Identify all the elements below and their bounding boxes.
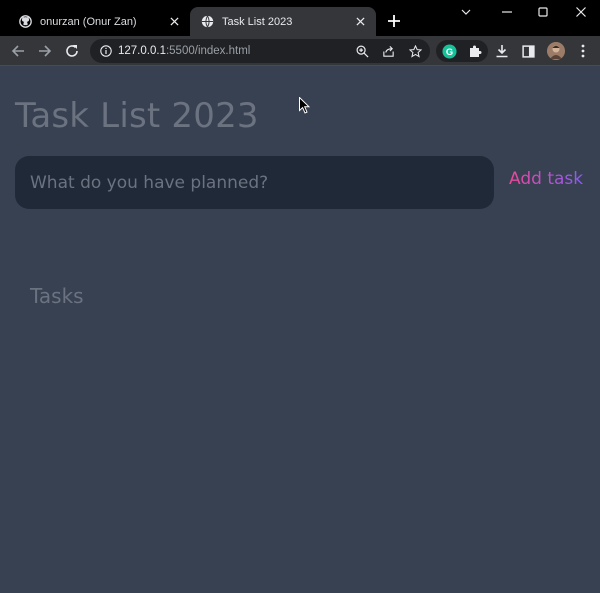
tab-title: onurzan (Onur Zan)	[40, 15, 137, 28]
close-icon[interactable]	[166, 14, 182, 30]
back-icon[interactable]	[10, 43, 26, 59]
profile-avatar[interactable]	[547, 42, 565, 60]
globe-icon	[200, 15, 214, 29]
grammarly-icon[interactable]: G	[441, 43, 457, 59]
tab-task-list[interactable]: Task List 2023	[190, 7, 376, 36]
side-panel-icon[interactable]	[520, 43, 536, 59]
address-bar[interactable]: 127.0.0.1:5500/index.html	[90, 39, 430, 63]
new-task-form: Add task	[15, 156, 600, 209]
minimize-icon[interactable]	[497, 4, 517, 20]
page-title: Task List 2023	[15, 96, 259, 136]
more-menu-icon[interactable]	[575, 43, 591, 59]
tab-search-icon[interactable]	[456, 4, 476, 20]
add-task-button[interactable]: Add task	[509, 169, 583, 189]
browser-toolbar: 127.0.0.1:5500/index.html G	[0, 36, 600, 66]
browser-titlebar: onurzan (Onur Zan) Task List 2023	[0, 0, 600, 36]
url-host: 127.0.0.1	[118, 45, 166, 57]
forward-icon[interactable]	[37, 43, 53, 59]
extensions-puzzle-icon[interactable]	[467, 43, 483, 59]
info-icon[interactable]	[100, 45, 112, 57]
svg-text:G: G	[445, 46, 452, 56]
maximize-icon[interactable]	[533, 4, 553, 20]
tasks-section-title: Tasks	[30, 284, 84, 308]
close-window-icon[interactable]	[571, 4, 591, 20]
tab-title: Task List 2023	[222, 15, 293, 28]
mouse-cursor-icon	[299, 97, 310, 114]
github-icon	[18, 15, 32, 29]
tab-github[interactable]: onurzan (Onur Zan)	[8, 7, 190, 36]
close-icon[interactable]	[352, 14, 368, 30]
zoom-icon[interactable]	[355, 44, 369, 58]
bookmark-star-icon[interactable]	[408, 44, 422, 58]
url-path: :5500/index.html	[165, 45, 251, 57]
download-icon[interactable]	[494, 43, 510, 59]
share-icon[interactable]	[381, 44, 395, 58]
new-task-input[interactable]	[15, 156, 494, 209]
url-text: 127.0.0.1:5500/index.html	[118, 45, 250, 57]
extensions-group: G	[436, 40, 488, 62]
new-tab-icon[interactable]	[386, 13, 402, 29]
reload-icon[interactable]	[64, 43, 80, 59]
